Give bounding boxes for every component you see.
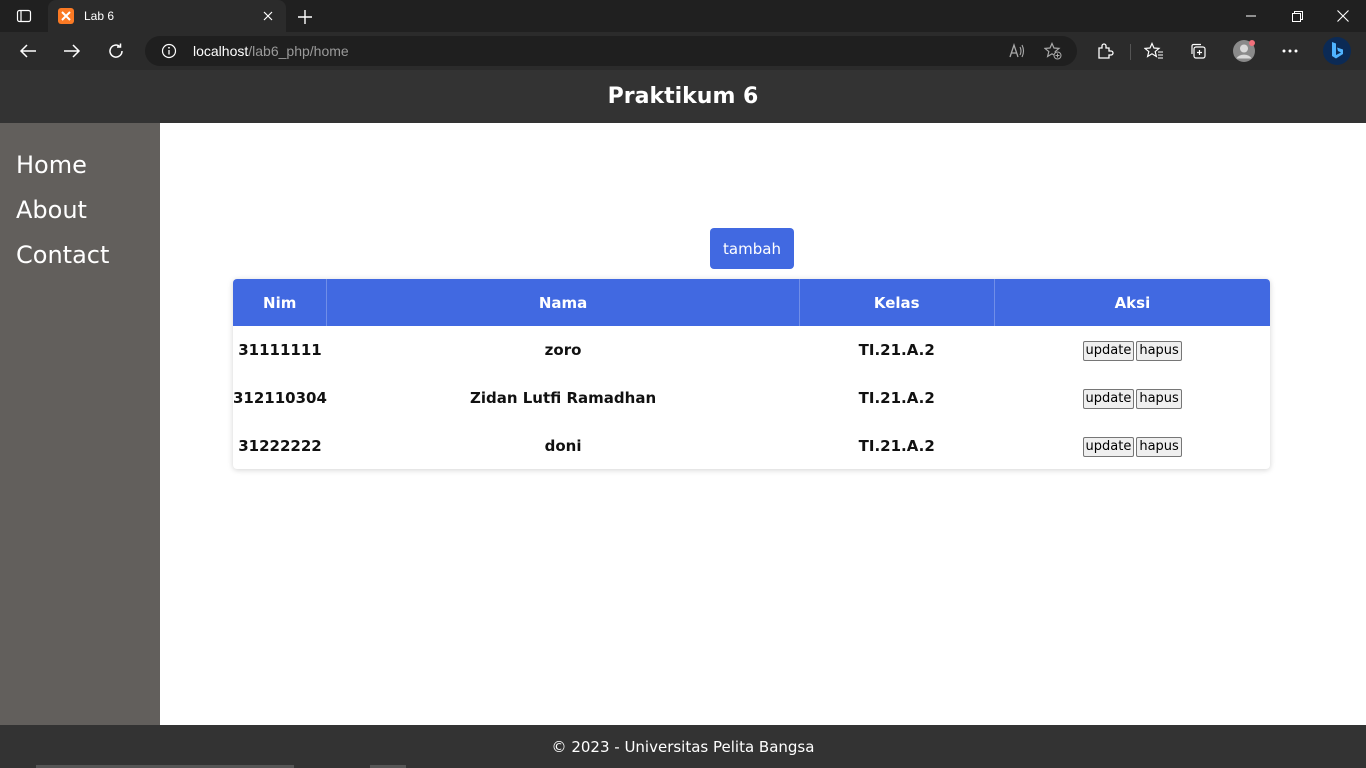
- forward-icon[interactable]: [58, 38, 86, 64]
- browser-tab[interactable]: Lab 6: [48, 0, 286, 32]
- delete-button[interactable]: hapus: [1136, 388, 1182, 409]
- refresh-icon[interactable]: [102, 38, 130, 64]
- cell-nama: doni: [544, 437, 582, 455]
- column-header-nim: Nim: [233, 279, 328, 326]
- column-header-nama: Nama: [326, 279, 800, 326]
- site-header: Praktikum 6: [0, 70, 1366, 123]
- cell-kelas: TI.21.A.2: [858, 437, 935, 455]
- url-text: localhost/lab6_php/home: [193, 43, 349, 59]
- update-button[interactable]: update: [1082, 388, 1135, 409]
- delete-button[interactable]: hapus: [1136, 340, 1182, 361]
- cell-nama: zoro: [544, 341, 582, 359]
- close-window-icon[interactable]: [1320, 0, 1366, 32]
- sidebar-item-home[interactable]: Home: [0, 150, 160, 195]
- more-options-icon[interactable]: [1280, 41, 1300, 61]
- data-table-container: Nim Nama Kelas Aksi 31111111 zoro TI.21.…: [233, 279, 1270, 469]
- cell-nama: Zidan Lutfi Ramadhan: [469, 389, 657, 407]
- table-row: 312110304 Zidan Lutfi Ramadhan TI.21.A.2…: [233, 374, 1270, 422]
- cell-actions: update hapus: [994, 374, 1270, 422]
- update-button[interactable]: update: [1082, 340, 1135, 361]
- extensions-icon[interactable]: [1095, 41, 1115, 61]
- cell-kelas: TI.21.A.2: [858, 389, 935, 407]
- cell-nim: 312110304: [233, 389, 327, 407]
- sidebar: Home About Contact: [0, 123, 160, 725]
- site-info-icon[interactable]: [161, 43, 177, 59]
- column-header-aksi: Aksi: [1114, 293, 1151, 312]
- collections-icon[interactable]: [1188, 41, 1208, 61]
- tab-close-icon[interactable]: [260, 8, 276, 24]
- favorites-icon[interactable]: [1144, 41, 1164, 61]
- site-footer: © 2023 - Universitas Pelita Bangsa: [0, 725, 1366, 768]
- column-header-kelas: Kelas: [799, 279, 995, 326]
- browser-tab-strip: Lab 6: [0, 0, 1366, 32]
- address-bar[interactable]: localhost/lab6_php/home: [145, 36, 1077, 66]
- main-content: tambah Nim Nama Kelas Aksi 31111111 zoro…: [160, 123, 1366, 725]
- cell-nim: 31222222: [238, 437, 322, 455]
- cell-nim: 31111111: [238, 341, 322, 359]
- add-button[interactable]: tambah: [710, 228, 794, 269]
- cell-kelas: TI.21.A.2: [858, 341, 935, 359]
- web-page: Praktikum 6 Home About Contact tambah Ni…: [0, 70, 1366, 768]
- url-path: /lab6_php/home: [248, 43, 349, 59]
- toolbar-separator: [1130, 44, 1131, 60]
- new-tab-icon[interactable]: [294, 6, 316, 28]
- tab-actions-icon[interactable]: [8, 6, 40, 26]
- back-icon[interactable]: [14, 38, 42, 64]
- page-title: Praktikum 6: [607, 84, 759, 109]
- data-table: Nim Nama Kelas Aksi 31111111 zoro TI.21.…: [233, 279, 1270, 469]
- add-favorite-icon[interactable]: [1043, 42, 1062, 60]
- minimize-icon[interactable]: [1228, 0, 1274, 32]
- restore-icon[interactable]: [1274, 0, 1320, 32]
- browser-toolbar: localhost/lab6_php/home: [0, 32, 1366, 70]
- footer-text: © 2023 - Universitas Pelita Bangsa: [551, 737, 815, 756]
- xampp-favicon-icon: [58, 8, 74, 24]
- delete-button[interactable]: hapus: [1136, 436, 1182, 457]
- read-aloud-icon[interactable]: [1008, 42, 1026, 60]
- cell-actions: update hapus: [994, 422, 1270, 469]
- table-row: 31111111 zoro TI.21.A.2 update hapus: [233, 326, 1270, 374]
- update-button[interactable]: update: [1082, 436, 1135, 457]
- profile-avatar-icon[interactable]: [1232, 39, 1256, 63]
- sidebar-item-contact[interactable]: Contact: [0, 240, 160, 285]
- table-row: 31222222 doni TI.21.A.2 update hapus: [233, 422, 1270, 469]
- tab-title: Lab 6: [84, 9, 115, 23]
- url-host: localhost: [193, 43, 249, 59]
- bing-copilot-icon[interactable]: [1322, 36, 1352, 66]
- table-header-row: Nim Nama Kelas Aksi: [233, 279, 1270, 326]
- sidebar-item-about[interactable]: About: [0, 195, 160, 240]
- cell-actions: update hapus: [994, 326, 1270, 374]
